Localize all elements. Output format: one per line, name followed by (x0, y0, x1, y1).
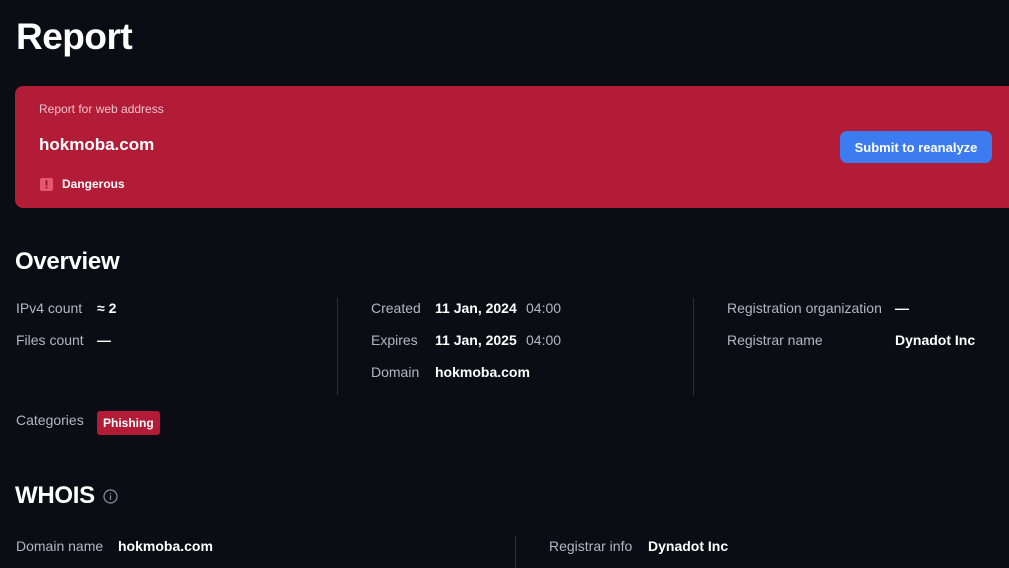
whois-registrar-info-value: Dynadot Inc (648, 538, 729, 554)
danger-icon (40, 177, 53, 191)
banner-domain: hokmoba.com (39, 135, 155, 154)
column-divider (337, 298, 338, 395)
created-label: Created (371, 300, 421, 316)
info-icon[interactable] (103, 489, 118, 504)
submit-reanalyze-button[interactable]: Submit to reanalyze (840, 131, 992, 163)
column-divider (515, 536, 516, 568)
created-time: 04:00 (526, 300, 562, 316)
verdict-status: Dangerous (40, 177, 125, 191)
registration-org-label: Registration organization (727, 300, 882, 316)
whois-title: WHOIS (15, 482, 95, 509)
expires-label: Expires (371, 332, 418, 348)
ipv4-count-label: IPv4 count (16, 300, 83, 316)
report-page: Report Report for web address hokmoba.co… (0, 0, 1009, 568)
verdict-label: Dangerous (62, 177, 125, 191)
expires-date: 11 Jan, 2025 (435, 332, 517, 348)
registrar-name-value: Dynadot Inc (895, 332, 976, 348)
ipv4-count-value: ≈ 2 (97, 300, 117, 316)
files-count-value: — (97, 332, 111, 348)
created-date: 11 Jan, 2024 (435, 300, 517, 316)
banner-caption: Report for web address (39, 102, 164, 116)
expires-time: 04:00 (526, 332, 562, 348)
whois-domain-name-label: Domain name (16, 538, 104, 554)
registrar-name-label: Registrar name (727, 332, 823, 348)
column-divider (693, 298, 694, 395)
categories-label: Categories (16, 412, 84, 428)
files-count-label: Files count (16, 332, 84, 348)
whois-domain-name-value: hokmoba.com (118, 538, 213, 554)
overview-title: Overview (15, 248, 120, 275)
page-title: Report (16, 16, 133, 57)
registration-org-value: — (895, 300, 909, 316)
category-tag-phishing[interactable]: Phishing (97, 411, 160, 435)
domain-label: Domain (371, 364, 420, 380)
verdict-banner: Report for web address hokmoba.com Dange… (15, 86, 1009, 208)
whois-registrar-info-label: Registrar info (549, 538, 633, 554)
domain-value: hokmoba.com (435, 364, 530, 380)
